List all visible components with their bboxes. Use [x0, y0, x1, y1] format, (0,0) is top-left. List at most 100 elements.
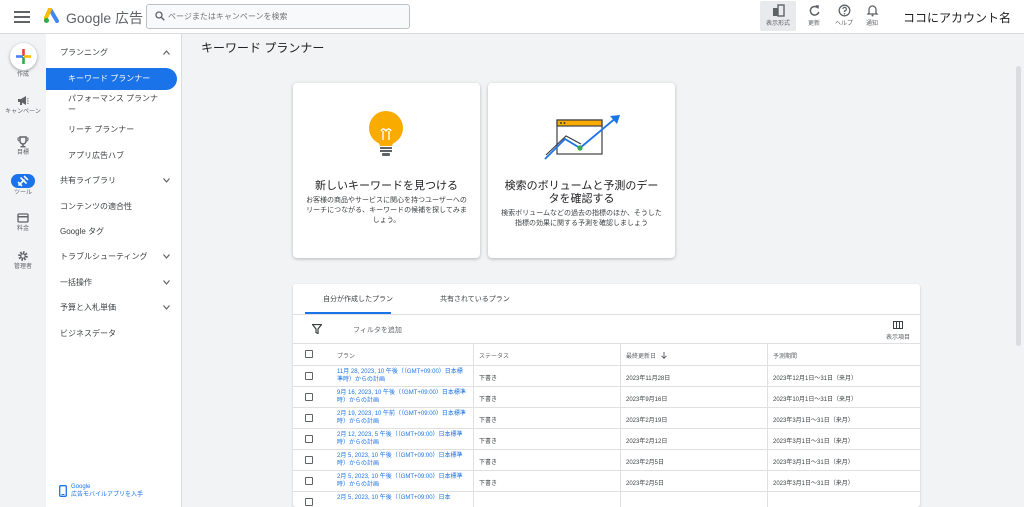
- view-mode-button[interactable]: 表示形式: [760, 1, 796, 31]
- nav-budgets-bidding[interactable]: 予算と入札単価: [46, 297, 182, 319]
- row-checkbox[interactable]: [305, 372, 313, 380]
- notifications-button[interactable]: 通知: [854, 1, 890, 31]
- plan-link[interactable]: 2月 12, 2023, 5 午後（（GMT+09:00）日本標準時）からの計画: [337, 431, 467, 447]
- add-filter-button[interactable]: フィルタを追加: [353, 325, 402, 335]
- status-cell: 下書き: [479, 460, 498, 466]
- column-header-forecast-period[interactable]: 予測期間: [773, 351, 797, 360]
- columns-icon[interactable]: [893, 321, 903, 329]
- card-description: お客様の商品やサービスに関心を持つユーザーへのリーチにつながる、キーワードの候補…: [306, 197, 467, 224]
- status-cell: 下書き: [479, 376, 498, 382]
- nav-shared-library[interactable]: 共有ライブラリ: [46, 170, 182, 192]
- nav-label: 共有ライブラリ: [60, 176, 116, 185]
- row-checkbox[interactable]: [305, 393, 313, 401]
- divider: [293, 314, 920, 315]
- nav-business-data[interactable]: ビジネスデータ: [46, 323, 182, 345]
- create-button[interactable]: [10, 43, 37, 70]
- chevron-down-icon: [163, 254, 170, 259]
- rail-tools[interactable]: ツール: [0, 174, 46, 197]
- nav-content-suitability[interactable]: コンテンツの適合性: [46, 196, 182, 218]
- tab-shared-plans[interactable]: 共有されているプラン: [440, 294, 510, 304]
- nav-keyword-planner[interactable]: キーワード プランナー: [46, 68, 177, 90]
- scrollbar-thumb[interactable]: [1016, 66, 1021, 346]
- plan-link[interactable]: 2月 5, 2023, 10 午後（（GMT+09:00）日本標準時）からの計画: [337, 473, 467, 489]
- nav-troubleshooting[interactable]: トラブルシューティング: [46, 246, 182, 268]
- rail-goals[interactable]: 目標: [0, 136, 46, 157]
- plan-link[interactable]: 2月 5, 2023, 10 午後（（GMT+09:00）日本: [337, 494, 467, 502]
- refresh-label: 更新: [807, 21, 820, 27]
- column-header-status[interactable]: ステータス: [479, 351, 509, 360]
- rail-label: 管理者: [13, 264, 32, 270]
- trophy-icon: [17, 136, 29, 148]
- nav-performance-planner[interactable]: パフォーマンス プランナー: [46, 90, 162, 118]
- table-row[interactable]: 11月 28, 2023, 10 午後（（GMT+09:00）日本標準時）からの…: [293, 365, 920, 386]
- search-box[interactable]: [146, 4, 410, 29]
- rail-campaigns[interactable]: キャンペーン: [2, 95, 44, 116]
- rail-create[interactable]: 作成: [0, 72, 46, 79]
- updated-cell: 2023年11月28日: [626, 376, 671, 382]
- nav-label: パフォーマンス プランナー: [68, 94, 159, 114]
- search-volume-forecast-card[interactable]: 検索のボリュームと予測のデータを確認する 検索ボリュームなどの過去の指標のほか、…: [488, 83, 675, 258]
- tools-icon: [11, 174, 35, 188]
- rail-admin[interactable]: 管理者: [0, 250, 46, 271]
- table-row[interactable]: 2月 19, 2023, 10 午前（（GMT+09:00）日本標準時）からの計…: [293, 407, 920, 428]
- main-content: キーワード プランナー 新しいキーワードを見つける お客様の商品やサービスに関心…: [182, 34, 1024, 507]
- google-ads-logo[interactable]: [44, 8, 62, 24]
- account-name[interactable]: ココにアカウント名: [903, 9, 1011, 26]
- row-checkbox[interactable]: [305, 498, 313, 506]
- row-checkbox[interactable]: [305, 477, 313, 485]
- row-checkbox[interactable]: [305, 414, 313, 422]
- select-all-checkbox[interactable]: [305, 350, 313, 358]
- billing-icon: [17, 213, 29, 223]
- notifications-label: 通知: [865, 21, 878, 27]
- main-menu-icon[interactable]: [14, 9, 30, 25]
- plan-link[interactable]: 2月 19, 2023, 10 午前（（GMT+09:00）日本標準時）からの計…: [337, 410, 467, 426]
- filter-icon[interactable]: [312, 324, 322, 334]
- plan-link[interactable]: 11月 28, 2023, 10 午後（（GMT+09:00）日本標準時）からの…: [337, 368, 467, 384]
- period-cell: 2023年3月1日～31日（来月）: [773, 418, 854, 424]
- plan-link[interactable]: 2月 5, 2023, 10 午後（（GMT+09:00）日本標準時）からの計画: [337, 452, 467, 468]
- columns-label[interactable]: 表示項目: [886, 332, 910, 341]
- table-row[interactable]: 2月 5, 2023, 10 午後（（GMT+09:00）日本標準時）からの計画…: [293, 449, 920, 470]
- nav-app-ads-hub[interactable]: アプリ広告ハブ: [46, 145, 182, 167]
- column-header-last-updated[interactable]: 最終更新日: [626, 351, 667, 360]
- nav-label: Google タグ: [60, 227, 105, 236]
- table-row[interactable]: 2月 5, 2023, 10 午後（（GMT+09:00）日本標準時）からの計画…: [293, 470, 920, 491]
- card-title: 新しいキーワードを見つける: [315, 180, 458, 192]
- plan-link[interactable]: 9月 16, 2023, 10 午後（（GMT+09:00）日本標準時）からの計…: [337, 389, 467, 405]
- help-icon: [838, 4, 850, 17]
- column-header-plan[interactable]: プラン: [337, 351, 355, 360]
- chevron-up-icon: [163, 50, 170, 55]
- plus-icon: [16, 49, 31, 64]
- find-keywords-card[interactable]: 新しいキーワードを見つける お客様の商品やサービスに関心を持つユーザーへのリーチ…: [293, 83, 480, 258]
- help-label: ヘルプ: [834, 21, 853, 27]
- rail-billing[interactable]: 料金: [0, 212, 46, 233]
- megaphone-icon: [18, 96, 29, 105]
- nav-planning[interactable]: プランニング: [46, 42, 182, 64]
- status-cell: 下書き: [479, 397, 498, 403]
- trend-chart-icon: [544, 115, 620, 160]
- status-cell: 下書き: [479, 439, 498, 445]
- nav-google-tag[interactable]: Google タグ: [46, 221, 182, 243]
- chevron-down-icon: [163, 280, 170, 285]
- rail-label: ツール: [13, 190, 32, 196]
- updated-cell: 2023年2月12日: [626, 439, 668, 445]
- search-input[interactable]: [168, 7, 403, 26]
- divider: [293, 343, 920, 344]
- nav-reach-planner[interactable]: リーチ プランナー: [46, 119, 182, 141]
- tab-my-plans[interactable]: 自分が作成したプラン: [323, 294, 393, 304]
- updated-cell: 2023年9月16日: [626, 397, 668, 403]
- table-row[interactable]: 9月 16, 2023, 10 午後（（GMT+09:00）日本標準時）からの計…: [293, 386, 920, 407]
- rail-label: 目標: [16, 150, 29, 156]
- mobile-app-link[interactable]: Google 広告モバイルアプリを入手: [56, 482, 176, 504]
- rail-label: 料金: [16, 226, 29, 232]
- page-title: キーワード プランナー: [201, 41, 325, 55]
- plans-table-card: 自分が作成したプラン 共有されているプラン フィルタを追加 表示項目 プラン ス…: [293, 284, 920, 507]
- nav-bulk-actions[interactable]: 一括操作: [46, 272, 182, 294]
- rail-label: キャンペーン: [5, 109, 41, 115]
- table-row[interactable]: 2月 5, 2023, 10 午後（（GMT+09:00）日本: [293, 491, 920, 507]
- mobile-app-label: 広告モバイルアプリを入手: [71, 492, 144, 498]
- row-checkbox[interactable]: [305, 456, 313, 464]
- row-checkbox[interactable]: [305, 435, 313, 443]
- table-row[interactable]: 2月 12, 2023, 5 午後（（GMT+09:00）日本標準時）からの計画…: [293, 428, 920, 449]
- bell-icon: [865, 5, 879, 17]
